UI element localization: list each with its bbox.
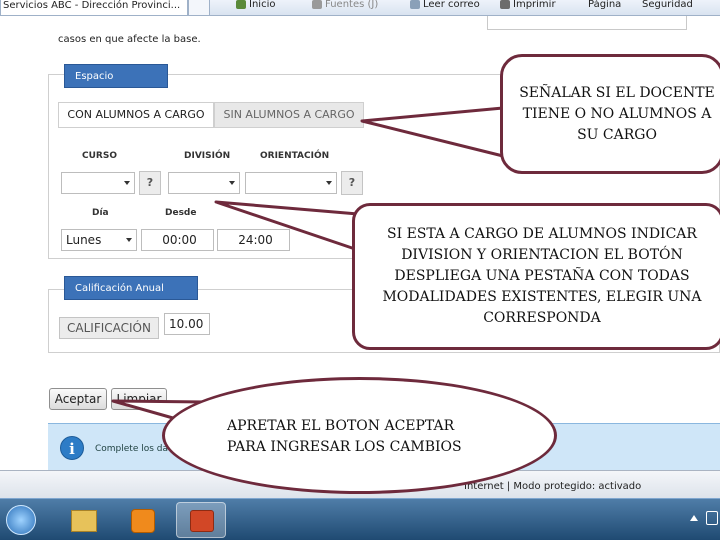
callout-top: SEÑALAR SI EL DOCENTE TIENE O NO ALUMNOS…	[500, 54, 720, 174]
pointer-middle	[214, 200, 360, 252]
pointer-top	[360, 106, 505, 158]
callout-bottom: APRETAR EL BOTON ACEPTAR PARA INGRESAR L…	[162, 377, 557, 494]
callout-middle: SI ESTA A CARGO DE ALUMNOS INDICAR DIVIS…	[352, 203, 720, 350]
